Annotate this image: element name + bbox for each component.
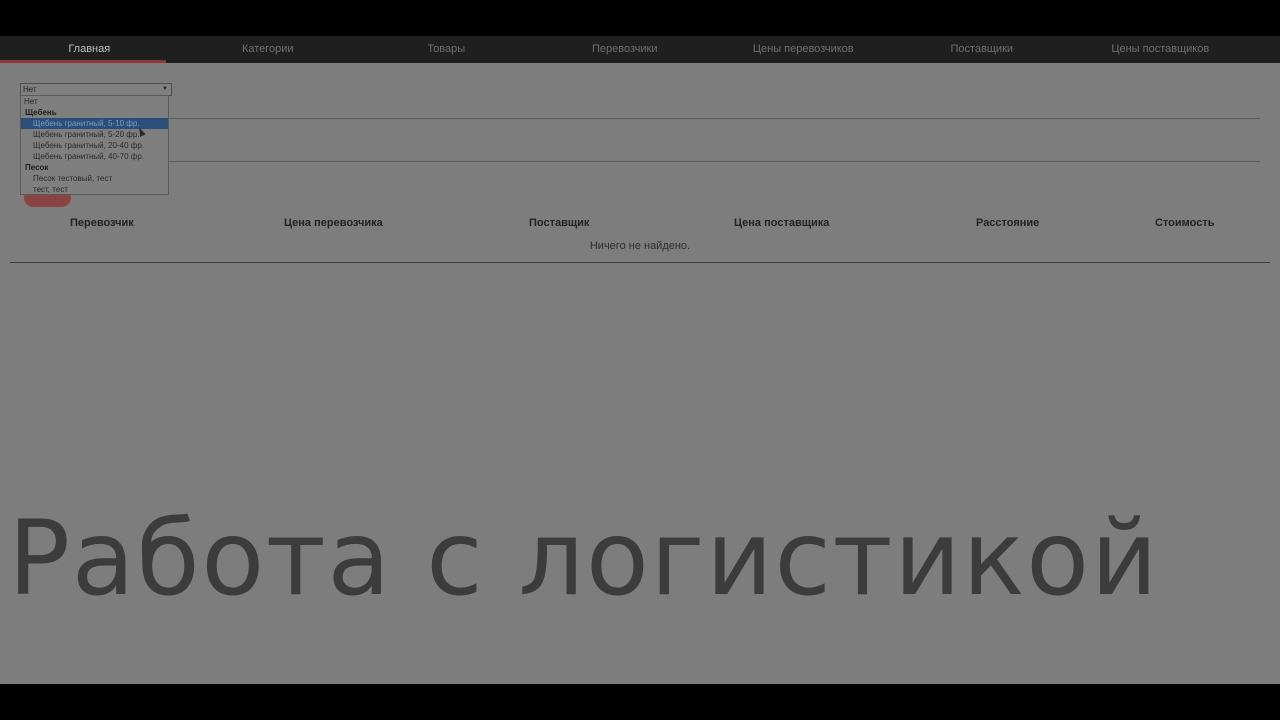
main-navbar: Главная Категории Товары Перевозчики Цен… [0,36,1280,63]
select-option[interactable]: тест, тест [21,184,168,195]
select-option-none[interactable]: Нет [21,96,168,107]
column-header-distance: Расстояние [976,217,1040,229]
select-optgroup-crushed-stone: Щебень [25,108,57,117]
nav-item-products[interactable]: Товары [357,36,536,63]
chevron-down-icon: ▼ [162,86,168,92]
nav-item-carrier-prices[interactable]: Цены перевозчиков [714,36,893,63]
select-option[interactable]: Щебень гранитный, 20-40 фр. [21,140,168,151]
nav-item-supplier-prices[interactable]: Цены поставщиков [1071,36,1250,63]
select-option[interactable]: Щебень гранитный, 5-20 фр. [21,129,168,140]
video-frame: Главная Категории Товары Перевозчики Цен… [0,0,1280,720]
nav-item-categories[interactable]: Категории [179,36,358,63]
nav-item-carriers[interactable]: Перевозчики [536,36,715,63]
app-viewport: Главная Категории Товары Перевозчики Цен… [0,36,1280,684]
divider [20,161,1260,162]
column-header-cost: Стоимость [1155,217,1215,229]
column-header-supplier-price: Цена поставщика [734,217,830,229]
divider [20,118,1260,119]
empty-table-message: Ничего не найдено. [589,240,691,252]
nav-item-suppliers[interactable]: Поставщики [893,36,1072,63]
select-option[interactable]: Щебень гранитный, 5-10 фр. [21,118,168,129]
video-caption-title: Работа с логистикой [8,499,1160,619]
column-header-carrier: Перевозчик [70,217,134,229]
nav-item-home[interactable]: Главная [0,36,179,63]
select-option[interactable]: Щебень гранитный, 40-70 фр. [21,151,168,162]
select-option[interactable]: Песок тестовый, тест [21,173,168,184]
column-header-supplier: Поставщик [529,217,590,229]
table-bottom-divider [10,262,1270,263]
product-select-dropdown: Нет Щебень Щебень гранитный, 5-10 фр. Ще… [20,95,169,195]
select-optgroup-sand: Песок [25,163,49,172]
product-select-value: Нет [23,85,37,94]
column-header-carrier-price: Цена перевозчика [284,217,383,229]
